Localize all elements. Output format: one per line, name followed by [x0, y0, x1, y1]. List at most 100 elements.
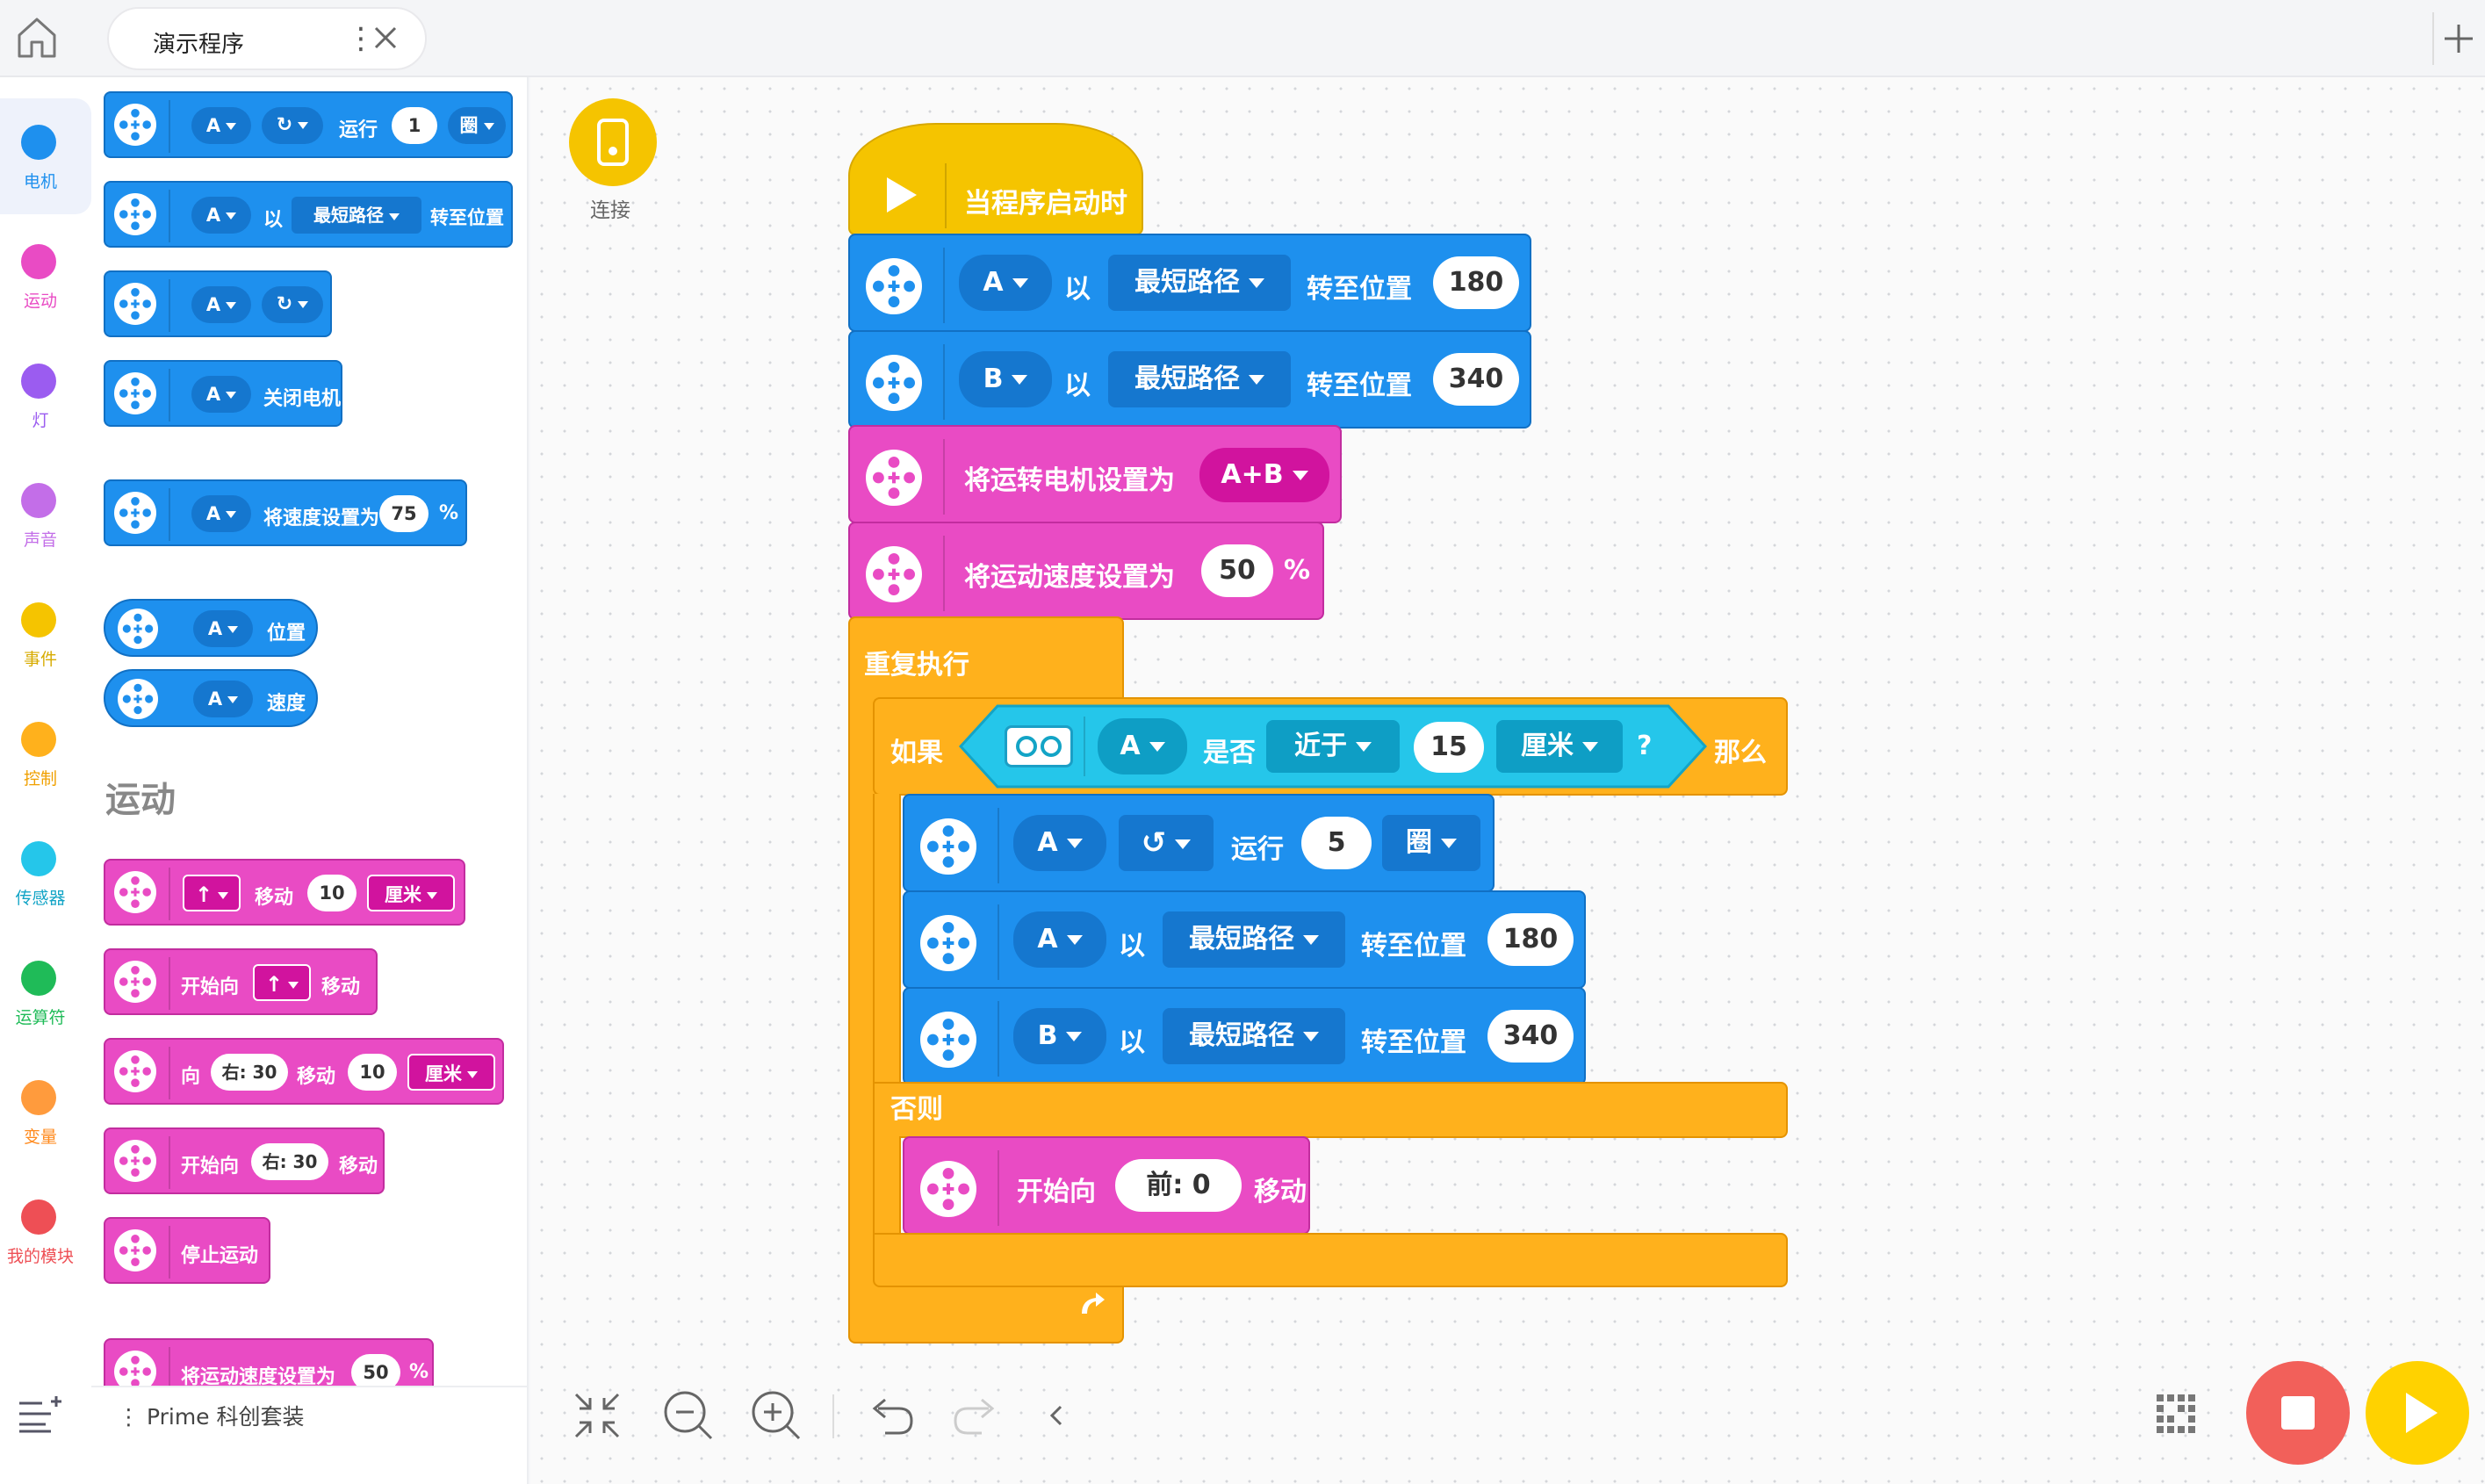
unit-dropdown[interactable]: 厘米 — [407, 1054, 495, 1091]
undo-icon[interactable] — [864, 1387, 920, 1444]
category-variables[interactable]: 变量 — [0, 1054, 91, 1170]
direction-dropdown[interactable]: ↻ — [262, 107, 323, 144]
path-dropdown[interactable]: 最短路径 — [1108, 255, 1291, 311]
port-dropdown[interactable]: A — [193, 610, 253, 647]
block-label: 运行 — [339, 119, 378, 141]
run-button[interactable] — [2366, 1361, 2469, 1465]
speed-input[interactable]: 50 — [351, 1354, 400, 1386]
distance-input[interactable]: 10 — [348, 1054, 397, 1091]
palette-block-stop-moving[interactable]: 停止运动 — [104, 1217, 270, 1284]
palette-reporter-position[interactable]: A 位置 — [104, 599, 318, 657]
port-dropdown[interactable]: B — [959, 351, 1052, 407]
steer-input[interactable]: 右: 30 — [251, 1143, 328, 1180]
start-moving-block[interactable]: 开始向 前: 0 移动 — [903, 1136, 1310, 1235]
palette-block-start-moving-steer[interactable]: 开始向 右: 30 移动 — [104, 1127, 385, 1194]
position-input[interactable]: 180 — [1433, 256, 1519, 309]
palette-block-motor-go-to-position[interactable]: A 以 最短路径 转至位置 — [104, 181, 513, 248]
category-motion[interactable]: 运动 — [0, 218, 91, 334]
port-dropdown[interactable]: B — [1013, 1008, 1106, 1064]
palette-block-start-moving[interactable]: 开始向 ↑ 移动 — [104, 948, 378, 1015]
category-light[interactable]: 灯 — [0, 337, 91, 453]
motor-icon — [920, 915, 976, 971]
block-label: 转至位置 — [1307, 371, 1412, 401]
port-dropdown[interactable]: A — [193, 681, 253, 717]
category-sound[interactable]: 声音 — [0, 457, 91, 573]
fit-to-screen-icon[interactable] — [569, 1387, 625, 1444]
category-dot — [21, 483, 56, 518]
port-dropdown[interactable]: A — [191, 197, 251, 234]
path-dropdown[interactable]: 最短路径 — [1163, 1008, 1345, 1064]
speed-input[interactable]: 50 — [1201, 544, 1273, 597]
port-dropdown[interactable]: A — [1098, 718, 1187, 774]
palette-block-stop-motor[interactable]: A 关闭电机 — [104, 360, 342, 427]
port-dropdown[interactable]: A — [191, 286, 251, 323]
position-input[interactable]: 340 — [1487, 1010, 1574, 1063]
unit-dropdown[interactable]: 圈 — [448, 107, 506, 144]
category-my-blocks[interactable]: 我的模块 — [0, 1173, 91, 1289]
distance-input[interactable]: 10 — [307, 875, 357, 911]
motor-go-to-position-block[interactable]: A 以 最短路径 转至位置 180 — [848, 234, 1531, 332]
motor-run-block[interactable]: A ↺ 运行 5 圈 — [903, 794, 1495, 892]
path-dropdown[interactable]: 最短路径 — [292, 197, 421, 234]
port-dropdown[interactable]: A — [191, 376, 251, 413]
comparison-dropdown[interactable]: 近于 — [1266, 720, 1400, 773]
light-matrix-icon[interactable] — [2150, 1387, 2206, 1444]
unit-dropdown[interactable]: 圈 — [1382, 815, 1480, 871]
else-section[interactable]: 否则 — [873, 1082, 1788, 1138]
steer-input[interactable]: 右: 30 — [211, 1054, 288, 1091]
category-motor[interactable]: 电机 — [0, 98, 91, 214]
project-tab[interactable]: 演示程序 ⋮ — [107, 7, 427, 70]
motor-go-to-position-block[interactable]: B 以 最短路径 转至位置 340 — [903, 987, 1586, 1085]
palette-reporter-speed[interactable]: A 速度 — [104, 669, 318, 727]
direction-dropdown[interactable]: ↑ — [183, 875, 241, 911]
category-operators[interactable]: 运算符 — [0, 934, 91, 1050]
palette-block-set-movement-speed[interactable]: 将运动速度设置为 50 % — [104, 1338, 434, 1386]
port-dropdown[interactable]: A — [1013, 911, 1106, 968]
redo-icon[interactable] — [947, 1387, 1003, 1444]
path-dropdown[interactable]: 最短路径 — [1108, 351, 1291, 407]
event-when-program-starts[interactable]: 当程序启动时 — [848, 123, 1143, 235]
category-control[interactable]: 控制 — [0, 695, 91, 811]
position-input[interactable]: 340 — [1433, 353, 1519, 406]
direction-dropdown[interactable]: ↻ — [262, 286, 323, 323]
unit-dropdown[interactable]: 厘米 — [367, 875, 455, 911]
zoom-out-icon[interactable] — [660, 1387, 717, 1444]
unit-dropdown[interactable]: 厘米 — [1496, 720, 1623, 773]
set-movement-speed-block[interactable]: 将运动速度设置为 50 % — [848, 522, 1324, 620]
direction-dropdown[interactable]: ↑ — [253, 964, 311, 1001]
motor-go-to-position-block[interactable]: A 以 最短路径 转至位置 180 — [903, 890, 1586, 989]
steer-input[interactable]: 前: 0 — [1115, 1159, 1242, 1212]
palette-block-set-speed[interactable]: A 将速度设置为 75 % — [104, 479, 467, 546]
value-input[interactable]: 1 — [392, 107, 437, 144]
rotations-input[interactable]: 5 — [1301, 817, 1372, 869]
palette-block-move[interactable]: ↑ 移动 10 厘米 — [104, 859, 465, 926]
category-events[interactable]: 事件 — [0, 576, 91, 692]
port-dropdown[interactable]: A — [1013, 815, 1106, 871]
home-icon[interactable] — [12, 12, 61, 61]
palette-block-move-steer[interactable]: 向 右: 30 移动 10 厘米 — [104, 1038, 504, 1105]
palette-block-motor-run[interactable]: A ↻ 运行 1 圈 — [104, 91, 513, 158]
port-dropdown[interactable]: A — [191, 495, 251, 532]
direction-dropdown[interactable]: ↺ — [1119, 815, 1214, 871]
close-icon[interactable] — [371, 19, 400, 54]
stop-button[interactable] — [2246, 1361, 2350, 1465]
zoom-in-icon[interactable] — [748, 1387, 804, 1444]
motor-go-to-position-block[interactable]: B 以 最短路径 转至位置 340 — [848, 330, 1531, 429]
motor-pair-dropdown[interactable]: A+B — [1199, 448, 1329, 502]
connect-button[interactable] — [569, 98, 657, 186]
distance-sensor-condition[interactable]: A 是否 近于 15 厘米 ? — [959, 704, 1707, 789]
distance-input[interactable]: 15 — [1414, 722, 1484, 773]
set-movement-motors-block[interactable]: 将运转电机设置为 A+B — [848, 425, 1342, 523]
chevron-left-icon[interactable] — [1029, 1387, 1085, 1444]
port-dropdown[interactable]: A — [959, 255, 1052, 311]
kit-selector[interactable]: ⋮ Prime 科创套装 — [118, 1400, 305, 1431]
position-input[interactable]: 180 — [1487, 913, 1574, 966]
palette-block-start-motor[interactable]: A ↻ — [104, 270, 332, 337]
extensions-icon[interactable] — [16, 1393, 67, 1437]
category-sensors[interactable]: 传感器 — [0, 815, 91, 931]
speed-input[interactable]: 75 — [379, 495, 429, 532]
path-dropdown[interactable]: 最短路径 — [1163, 911, 1345, 968]
add-tab-icon[interactable] — [2432, 12, 2485, 65]
port-dropdown[interactable]: A — [191, 107, 251, 144]
forever-loop-block[interactable]: 重复执行 — [848, 616, 1124, 701]
